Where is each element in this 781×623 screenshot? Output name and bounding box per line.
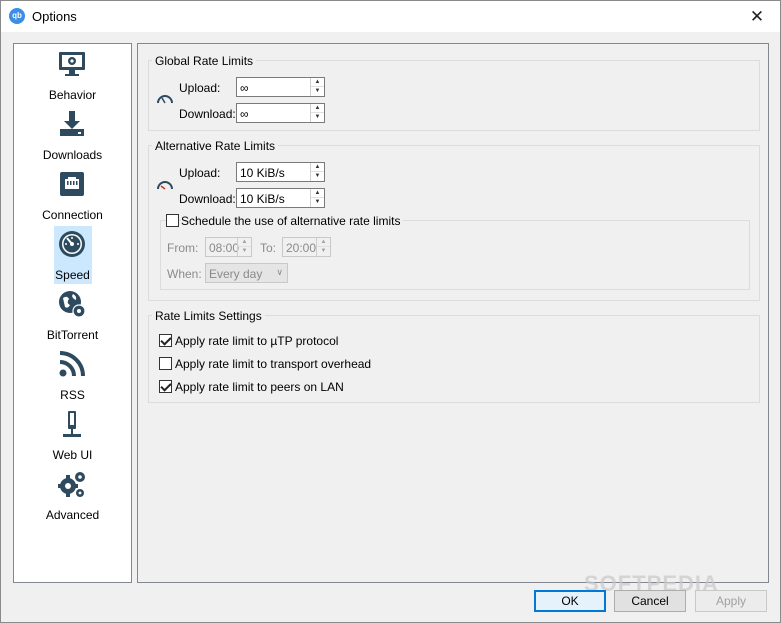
- qbittorrent-app-icon: qb: [9, 8, 25, 24]
- download-icon: [60, 111, 84, 136]
- web-ui-icon: [63, 411, 81, 437]
- sidebar-item-label: BitTorrent: [46, 328, 99, 342]
- spin-up-icon[interactable]: ▲: [317, 238, 330, 247]
- sidebar-item-behavior[interactable]: Behavior: [14, 46, 131, 106]
- sidebar-item-label: Advanced: [45, 508, 100, 522]
- spinbox-arrows: ▲ ▼: [310, 78, 324, 96]
- alternative-speed-gauge-icon: [157, 181, 173, 190]
- when-dropdown[interactable]: Every day ∨: [205, 263, 288, 283]
- spin-down-icon[interactable]: ▼: [311, 113, 324, 122]
- to-time-spinbox[interactable]: 20:00 ▲ ▼: [282, 237, 331, 257]
- alt-download-label: Download:: [179, 192, 236, 206]
- utp-label: Apply rate limit to µTP protocol: [175, 334, 339, 348]
- spinbox-arrows: ▲ ▼: [310, 189, 324, 207]
- ethernet-port-icon: [60, 172, 84, 196]
- sidebar-item-label: RSS: [60, 388, 85, 402]
- options-window: qb Options ✕ Behavior Downloads Connecti…: [0, 0, 781, 623]
- cancel-button[interactable]: Cancel: [614, 590, 686, 612]
- chevron-down-icon: ∨: [276, 267, 283, 277]
- spinbox-value: ∞: [240, 107, 249, 121]
- sidebar-item-label: Speed: [55, 268, 90, 282]
- sidebar-item-advanced[interactable]: Advanced: [14, 466, 131, 526]
- spin-up-icon[interactable]: ▲: [311, 163, 324, 172]
- when-label: When:: [167, 267, 202, 281]
- monitor-gear-icon: [59, 52, 85, 76]
- window-title: Options: [32, 9, 77, 24]
- spin-down-icon[interactable]: ▼: [311, 198, 324, 207]
- spin-down-icon[interactable]: ▼: [238, 247, 251, 256]
- download-label: Download:: [179, 107, 236, 121]
- sidebar-item-bittorrent[interactable]: BitTorrent: [14, 286, 131, 346]
- rss-icon: [59, 351, 85, 377]
- close-icon: ✕: [749, 7, 765, 26]
- spin-down-icon[interactable]: ▼: [311, 172, 324, 181]
- to-label: To:: [260, 241, 277, 255]
- sidebar-item-connection[interactable]: Connection: [14, 166, 131, 226]
- group-title: Alternative Rate Limits: [152, 139, 279, 153]
- globe-gear-icon: [59, 291, 86, 318]
- lan-peers-label: Apply rate limit to peers on LAN: [175, 380, 344, 394]
- from-time-spinbox[interactable]: 08:00 ▲ ▼: [205, 237, 252, 257]
- transport-overhead-label: Apply rate limit to transport overhead: [175, 357, 372, 371]
- spinbox-value: 08:00: [209, 241, 240, 255]
- speedometer-icon: [59, 231, 85, 257]
- spinbox-arrows: ▲ ▼: [316, 238, 330, 256]
- spin-up-icon[interactable]: ▲: [238, 238, 251, 247]
- alt-download-spinbox[interactable]: 10 KiB/s ▲ ▼: [236, 188, 325, 208]
- apply-button[interactable]: Apply: [695, 590, 767, 612]
- spin-up-icon[interactable]: ▲: [311, 104, 324, 113]
- spin-up-icon[interactable]: ▲: [311, 189, 324, 198]
- dropdown-value: Every day: [209, 267, 263, 281]
- spinbox-value: ∞: [240, 81, 249, 95]
- group-title: Global Rate Limits: [152, 54, 257, 68]
- group-title: Rate Limits Settings: [152, 309, 265, 323]
- global-upload-spinbox[interactable]: ∞ ▲ ▼: [236, 77, 325, 97]
- sidebar-item-label: Connection: [42, 208, 103, 222]
- gears-icon: [58, 472, 85, 497]
- spinbox-arrows: ▲ ▼: [237, 238, 251, 256]
- title-bar: qb Options ✕: [1, 1, 780, 32]
- spinbox-arrows: ▲ ▼: [310, 163, 324, 181]
- sidebar-item-web-ui[interactable]: Web UI: [14, 406, 131, 466]
- spin-down-icon[interactable]: ▼: [311, 87, 324, 96]
- global-download-spinbox[interactable]: ∞ ▲ ▼: [236, 103, 325, 123]
- schedule-checkbox[interactable]: [166, 214, 179, 227]
- alt-upload-spinbox[interactable]: 10 KiB/s ▲ ▼: [236, 162, 325, 182]
- ok-button[interactable]: OK: [534, 590, 606, 612]
- close-button[interactable]: ✕: [734, 1, 780, 32]
- sidebar-item-rss[interactable]: RSS: [14, 346, 131, 406]
- sidebar-item-label: Web UI: [52, 448, 93, 462]
- transport-overhead-checkbox[interactable]: [159, 357, 172, 370]
- lan-peers-checkbox[interactable]: [159, 380, 172, 393]
- sidebar-item-downloads[interactable]: Downloads: [14, 106, 131, 166]
- category-sidebar: Behavior Downloads Connection Speed BitT…: [13, 43, 132, 583]
- from-label: From:: [167, 241, 199, 255]
- schedule-label: Schedule the use of alternative rate lim…: [181, 214, 404, 228]
- sidebar-item-speed[interactable]: Speed: [14, 226, 131, 286]
- utp-checkbox[interactable]: [159, 334, 172, 347]
- spinbox-arrows: ▲ ▼: [310, 104, 324, 122]
- spin-up-icon[interactable]: ▲: [311, 78, 324, 87]
- sidebar-item-label: Downloads: [42, 148, 103, 162]
- alt-upload-label: Upload:: [179, 166, 221, 180]
- spinbox-value: 10 KiB/s: [240, 192, 285, 206]
- speed-settings-panel: Global Rate Limits Upload: ∞ ▲ ▼ Downloa…: [137, 43, 769, 583]
- spinbox-value: 10 KiB/s: [240, 166, 285, 180]
- speed-gauge-icon: [157, 95, 173, 104]
- spin-down-icon[interactable]: ▼: [317, 247, 330, 256]
- upload-label: Upload:: [179, 81, 221, 95]
- sidebar-item-label: Behavior: [48, 88, 97, 102]
- spinbox-value: 20:00: [286, 241, 317, 255]
